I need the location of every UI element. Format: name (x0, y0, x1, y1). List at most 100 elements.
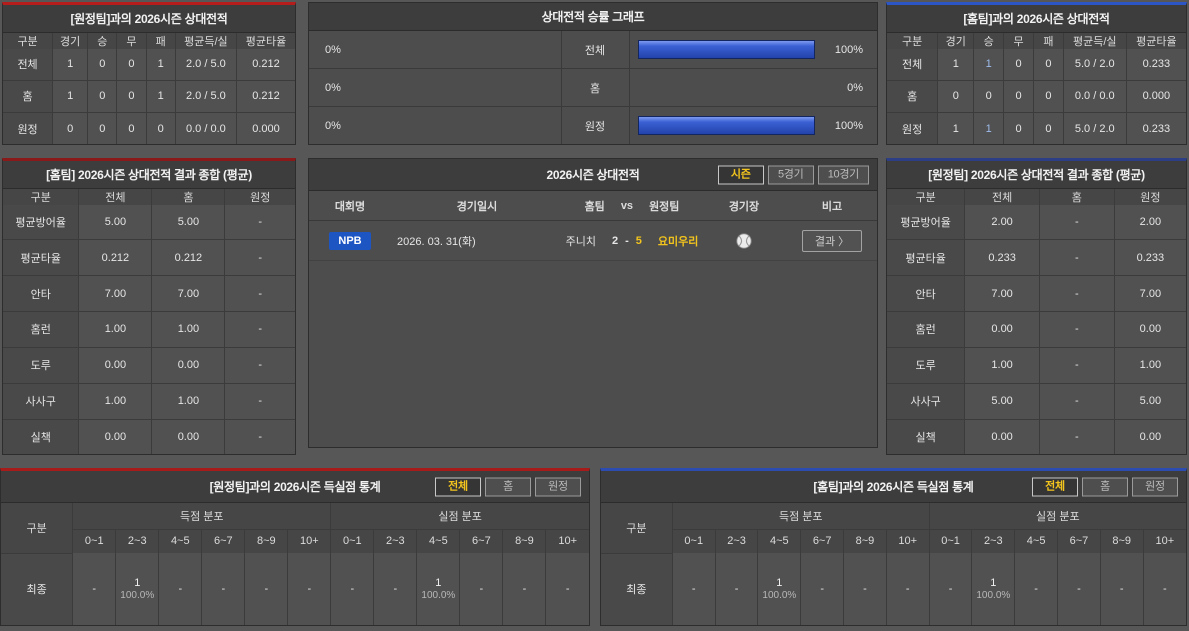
column-header: 전체 (964, 189, 1040, 205)
table-cell: 2.0 / 5.0 (174, 49, 238, 81)
table-cell: 0.233 (1113, 239, 1186, 277)
row-label: 실책 (3, 418, 80, 454)
table-cell: 2.00 (964, 205, 1040, 241)
season-tab-10경기[interactable]: 10경기 (817, 165, 869, 184)
column-header-gubun: 구분 (601, 503, 673, 554)
scoring-home-tab-원정[interactable]: 원정 (1132, 477, 1178, 496)
column-header: 무 (1003, 33, 1034, 49)
bin-header: 4~5 (1014, 528, 1059, 553)
season-tab-시즌[interactable]: 시즌 (717, 165, 764, 184)
column-header-vs: vs (620, 199, 634, 212)
table-row: 평균방어율 5.00 5.00- (3, 205, 295, 241)
scoring-cell: - (800, 553, 845, 625)
winrate-bar (637, 116, 815, 135)
row-label: 안타 (887, 275, 966, 313)
winrate-row: 0% 전체 100% (309, 31, 877, 69)
table-cell: - (224, 382, 295, 420)
table-cell: - (224, 346, 295, 384)
row-label: 홈런 (887, 311, 966, 348)
header-row: 구분 경기 승 무 패 평균득/실 평균타율 (887, 33, 1186, 49)
scoring-cell: 1 100.0% (115, 553, 160, 625)
column-header: 구분 (3, 33, 54, 49)
table-cell: 0.00 (151, 346, 226, 384)
group-header: 실점 분포 (928, 503, 1186, 530)
column-header-match: 홈팀 vs 원정팀 (563, 198, 701, 214)
table-cell: 1 (52, 79, 89, 114)
column-header: 패 (145, 33, 176, 49)
home-scoring-table: 구분 득점 분포 실점 분포 0~1 2~3 4~5 6~7 8~9 10+ 0~1 2~3 4~5 6… (601, 503, 1186, 625)
table-cell: 1 (52, 49, 89, 81)
scoring-home-tab-홈[interactable]: 홈 (1082, 477, 1128, 496)
bin-header: 8~9 (1099, 528, 1144, 553)
table-cell: 0 (116, 49, 147, 81)
scoring-away-tab-전체[interactable]: 전체 (435, 477, 481, 496)
table-row: 평균타율 0.233-0.233 (887, 239, 1186, 277)
home-score: 2 (611, 234, 619, 247)
scoring-cell: - (1142, 553, 1186, 625)
scoring-count: 1 (776, 576, 783, 589)
bin-header: 2~3 (971, 528, 1016, 553)
data-table: 구분 경기 승 무 패 평균득/실 평균타율 전체 1 0 0 1 2.0 / 5.0 0.212 홈 1 0 0… (3, 33, 295, 144)
table-cell: 2.0 / 5.0 (174, 79, 238, 114)
data-table: 구분 경기 승 무 패 평균득/실 평균타율 전체 1 1 0 0 5.0 / 2.0 0.233 홈 0 0 0… (887, 33, 1186, 144)
left-percent-label: 0% (325, 81, 341, 94)
panel-title: [홈팀]과의 2026시즌 상대전적 (887, 5, 1186, 33)
header-row: 구분 경기 승 무 패 평균득/실 평균타율 (3, 33, 295, 49)
bin-header: 8~9 (502, 528, 547, 553)
table-row: 실책 0.00-0.00 (887, 418, 1186, 454)
panel-home-scoring: [홈팀]과의 2026시즌 득실점 통계 전체 홈 원정 구분 득점 분포 실점 분포 0… (600, 468, 1187, 626)
row-label: 최종 (1, 553, 74, 625)
table-row: 홈런 0.00-0.00 (887, 311, 1186, 348)
scoring-cell: - (1057, 553, 1101, 625)
table-cell: 5.00 (964, 382, 1040, 420)
row-label: 홈런 (3, 311, 80, 348)
bin-header: 0~1 (928, 528, 973, 553)
row-label: 홈 (887, 79, 939, 114)
column-header: 경기 (52, 33, 89, 49)
row-label: 전체 (3, 49, 54, 81)
season-tab-5경기[interactable]: 5경기 (767, 165, 814, 184)
right-bar-track (630, 31, 824, 68)
middle-row: [홈팀] 2026시즌 상대전적 결과 종합 (평균) 구분 전체 홈 원정 평균방어율… (2, 158, 1187, 455)
winrate-row: 0% 홈 0% (309, 69, 877, 107)
home-team-name: 주니치 (565, 235, 596, 248)
table-cell: - (1038, 382, 1115, 420)
table-cell: 0.212 (236, 79, 295, 114)
table-cell: 7.00 (1113, 275, 1186, 313)
table-cell: 1.00 (151, 311, 226, 348)
column-header-away: 원정팀 (649, 200, 680, 213)
right-bar-track (630, 107, 824, 144)
scoring-title-bar: [원정팀]과의 2026시즌 득실점 통계 전체 홈 원정 (1, 471, 589, 503)
left-bar-track (367, 69, 562, 106)
away-team-name: 요미우리 (657, 235, 699, 248)
panel-away-record: [원정팀]과의 2026시즌 상대전적 구분 경기 승 무 패 평균득/실 평균타율 전체 1 0… (2, 2, 296, 145)
panel-title: [홈팀] 2026시즌 상대전적 결과 종합 (평균) (3, 161, 295, 189)
left-bar-track (367, 31, 562, 68)
bin-header: 6~7 (201, 528, 246, 553)
away-score: 5 (635, 234, 642, 247)
table-row: 사사구 5.00-5.00 (887, 382, 1186, 420)
table-cell: 0.00 (151, 418, 226, 454)
scoring-away-tab-원정[interactable]: 원정 (535, 477, 581, 496)
panel-away-summary: [원정팀] 2026시즌 상대전적 결과 종합 (평균) 구분 전체 홈 원정 평균방어… (886, 158, 1187, 455)
table-cell: - (1038, 311, 1115, 348)
left-bar-track (367, 107, 562, 144)
table-cell: 0.00 (1113, 311, 1186, 348)
scoring-away-tabs: 전체 홈 원정 (435, 477, 581, 496)
home-record-table: 구분 경기 승 무 패 평균득/실 평균타율 전체 1 1 0 0 5.0 / 2.0 0.233 홈 0 0 0… (887, 33, 1186, 144)
result-button[interactable]: 결과 〉 (801, 229, 863, 252)
table-cell: 0.00 (78, 418, 153, 454)
table-cell: 0 (1032, 79, 1064, 114)
scoring-percent: 100.0% (976, 589, 1011, 601)
match-datetime: 2026. 03. 31(화) (397, 235, 476, 248)
table-row: 원정 0 0 0 0 0.0 / 0.0 0.000 (3, 112, 295, 144)
scoring-count: 1 (134, 576, 141, 589)
scoring-cell: 1 100.0% (971, 553, 1016, 625)
column-header: 원정 (224, 189, 295, 205)
league-badge: NPB (329, 231, 371, 250)
scoring-home-tab-전체[interactable]: 전체 (1032, 477, 1078, 496)
scoring-away-tab-홈[interactable]: 홈 (485, 477, 531, 496)
scoring-cell: - (1014, 553, 1059, 625)
panel-title: [홈팀]과의 2026시즌 득실점 통계 (813, 480, 974, 494)
scoring-title-bar: [홈팀]과의 2026시즌 득실점 통계 전체 홈 원정 (601, 471, 1186, 503)
